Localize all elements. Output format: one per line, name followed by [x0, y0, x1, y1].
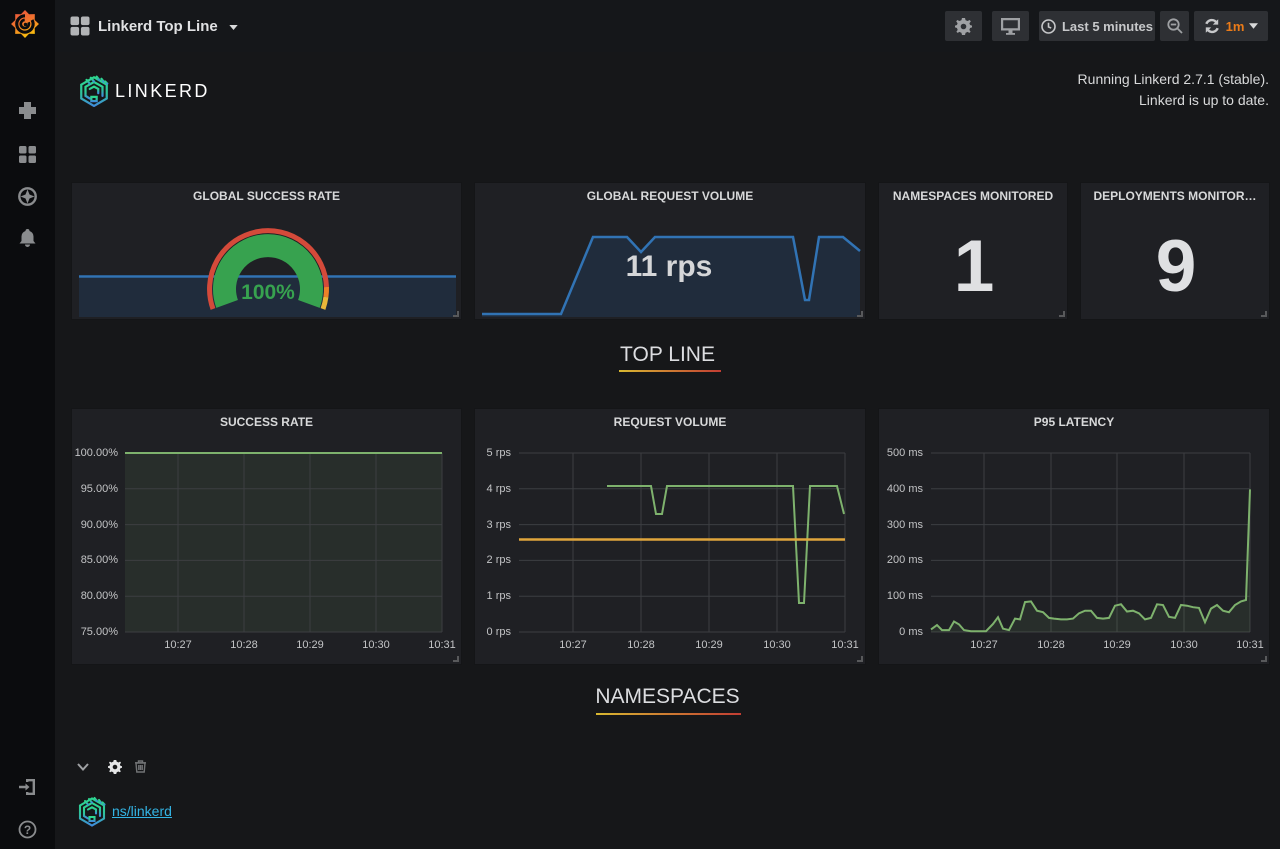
- svg-text:11 rps: 11 rps: [626, 250, 713, 283]
- svg-text:100%: 100%: [241, 281, 295, 304]
- svg-text:?: ?: [24, 823, 31, 837]
